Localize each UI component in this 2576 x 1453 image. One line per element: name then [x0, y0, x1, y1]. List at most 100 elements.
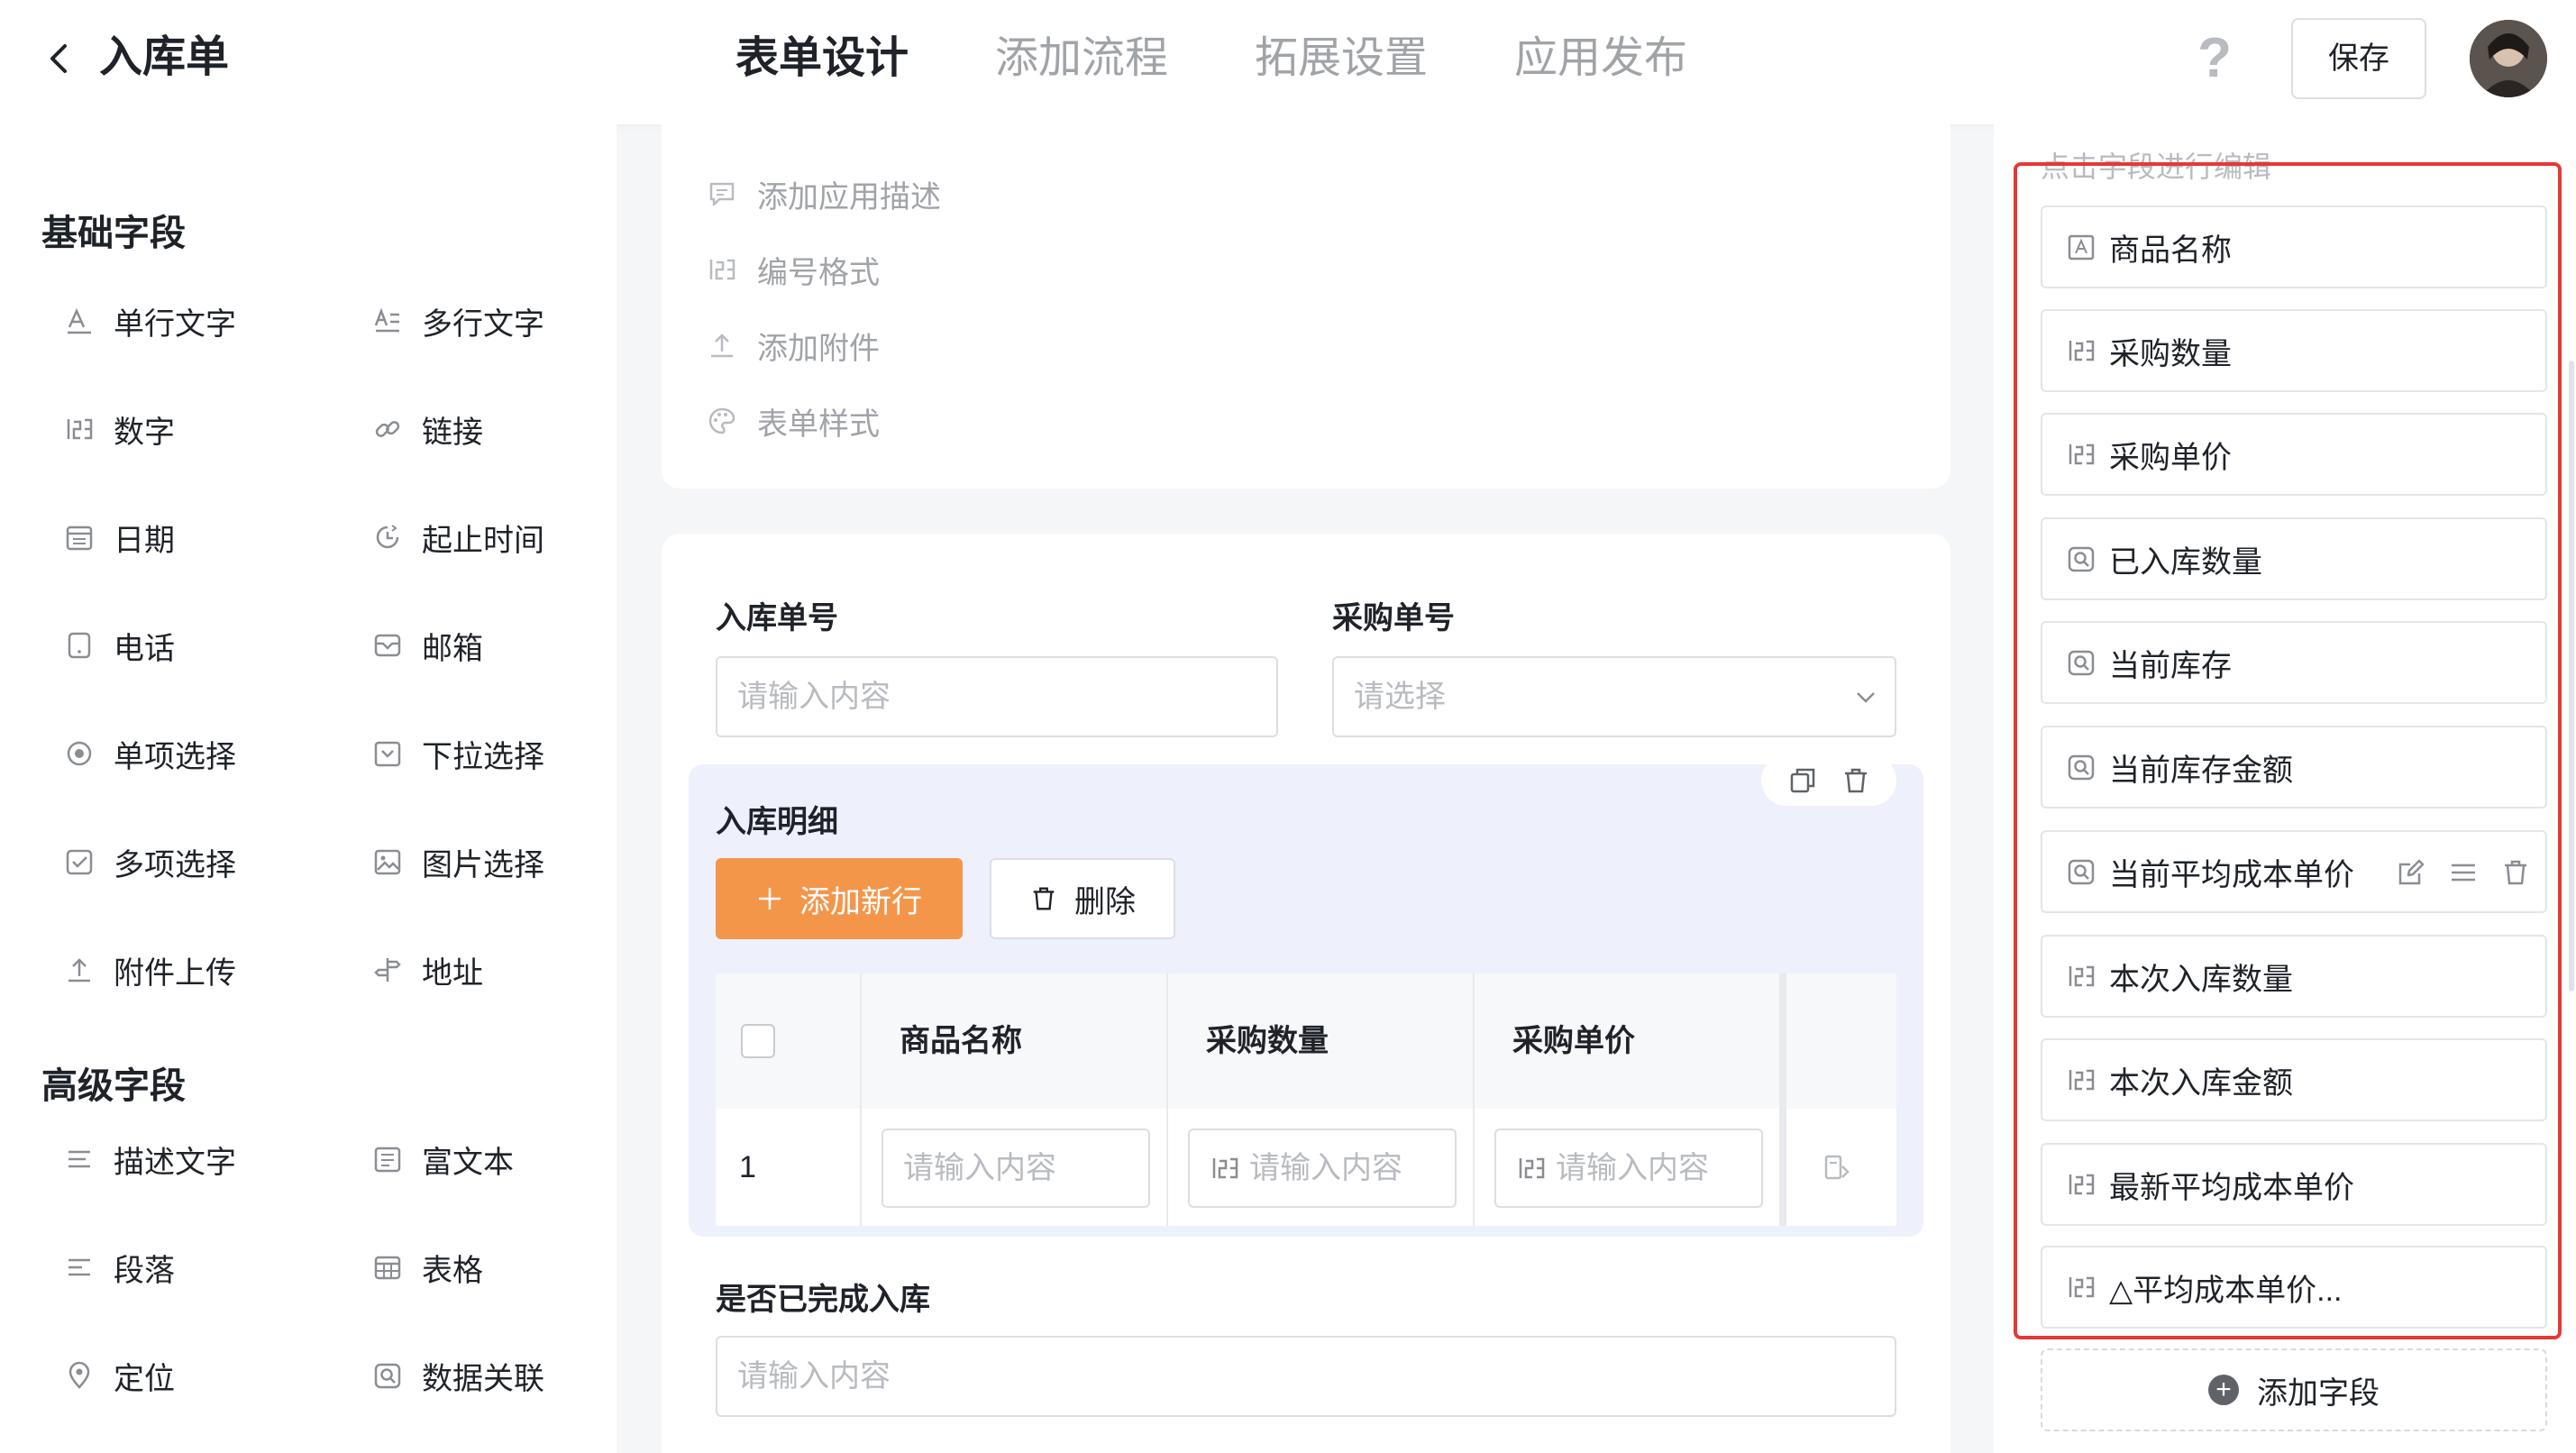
field-item-label: 最新平均成本单价	[2109, 1170, 2354, 1205]
table-cell: 请输入内容	[1475, 1109, 1781, 1226]
palette-mail[interactable]: 邮箱	[371, 618, 483, 672]
field-item-this-inbound-qty[interactable]: 本次入库数量	[2041, 935, 2547, 1018]
field-item-purchase-qty[interactable]: 采购数量	[2041, 309, 2547, 392]
completed-input[interactable]: 请输入内容	[716, 1336, 1896, 1417]
palette-label: 定位	[114, 1361, 175, 1396]
back-arrow-icon[interactable]	[36, 36, 81, 81]
field-item-latest-avg-cost[interactable]: 最新平均成本单价	[2041, 1143, 2547, 1226]
palette-label: 表格	[422, 1253, 483, 1288]
row-number: 1	[739, 1150, 756, 1184]
copy-icon[interactable]	[1787, 765, 1818, 796]
field-palette: 基础字段 单行文字 多行文字 数字 链接 日期 起止时间 电话 邮箱 单项选择 …	[0, 124, 617, 1453]
palette-time-range[interactable]: 起止时间	[371, 510, 544, 564]
inbound-detail-subform[interactable]: 入库明细 添加新行 删除 商品名称 采购数量 采购单价 1 请输入内容 请输入内…	[689, 755, 1923, 1237]
palette-label: 富文本	[422, 1145, 514, 1180]
palette-date[interactable]: 日期	[63, 510, 175, 564]
detail-table: 商品名称 采购数量 采购单价 1 请输入内容 请输入内容 请输入内容	[716, 973, 1896, 1226]
field-item-purchase-price[interactable]: 采购单价	[2041, 413, 2547, 496]
palette-rich-text[interactable]: 富文本	[371, 1132, 514, 1186]
palette-location[interactable]: 定位	[63, 1348, 175, 1403]
palette-data-link[interactable]: 数据关联	[371, 1348, 544, 1403]
save-button[interactable]: 保存	[2291, 18, 2426, 99]
field-item-label: 采购单价	[2109, 440, 2232, 475]
image-icon	[371, 845, 404, 878]
description-icon	[63, 1143, 96, 1175]
paragraph-icon	[63, 1251, 96, 1284]
option-label: 表单样式	[757, 407, 880, 442]
tab-form-design[interactable]: 表单设计	[735, 0, 909, 124]
palette-label: 数据关联	[422, 1361, 544, 1396]
serial-number-format-option[interactable]: 编号格式	[707, 247, 880, 292]
add-field-button[interactable]: + 添加字段	[2041, 1348, 2547, 1431]
inbound-no-input[interactable]: 请输入内容	[716, 656, 1278, 737]
palette-link[interactable]: 链接	[371, 402, 483, 456]
number-field-icon	[2066, 1065, 2096, 1095]
palette-phone[interactable]: 电话	[63, 618, 175, 672]
dropdown-icon	[371, 737, 404, 770]
palette-multi-line-text[interactable]: 多行文字	[371, 294, 544, 348]
field-item-inbound-qty[interactable]: 已入库数量	[2041, 517, 2547, 600]
palette-dropdown[interactable]: 下拉选择	[371, 726, 544, 781]
tab-extension-settings[interactable]: 拓展设置	[1255, 0, 1428, 124]
add-app-description-option[interactable]: 添加应用描述	[707, 171, 941, 216]
field-item-current-stock-amount[interactable]: 当前库存金额	[2041, 726, 2547, 809]
form-canvas-card: 入库单号 请输入内容 采购单号 请选择 入库明细 添加新行 删除 商品名称 采购…	[662, 534, 1950, 1453]
table-cell: 请输入内容	[862, 1109, 1168, 1226]
tab-add-process[interactable]: 添加流程	[995, 0, 1168, 124]
field-item-current-stock[interactable]: 当前库存	[2041, 621, 2547, 704]
palette-label: 邮箱	[422, 631, 483, 666]
phone-icon	[63, 629, 96, 662]
tab-app-publish[interactable]: 应用发布	[1514, 0, 1687, 124]
top-bar: 入库单 表单设计 添加流程 拓展设置 应用发布 ? 保存	[0, 0, 2576, 124]
row-edit-icon[interactable]	[1821, 1152, 1851, 1183]
palette-checkbox[interactable]: 多项选择	[63, 835, 236, 889]
table-header-select	[716, 973, 862, 1109]
app-title: 入库单	[99, 33, 230, 81]
palette-address[interactable]: 地址	[371, 943, 483, 997]
cell-text-input[interactable]: 请输入内容	[882, 1129, 1150, 1208]
table-header-cell: 采购数量	[1168, 973, 1475, 1109]
field-item-actions	[2396, 857, 2531, 888]
avatar[interactable]	[2470, 20, 2547, 97]
signpost-icon	[371, 954, 404, 986]
field-item-this-inbound-amount[interactable]: 本次入库金额	[2041, 1038, 2547, 1121]
right-panel-scrollbar[interactable]	[2569, 361, 2574, 992]
number-field-icon	[2066, 1169, 2096, 1200]
palette-label: 描述文字	[114, 1145, 236, 1180]
palette-label: 数字	[114, 415, 175, 450]
palette-radio[interactable]: 单项选择	[63, 726, 236, 781]
add-attachment-option[interactable]: 添加附件	[707, 323, 880, 368]
single-line-text-icon	[63, 305, 96, 337]
field-item-product-name[interactable]: 商品名称	[2041, 206, 2547, 288]
tab-bar: 表单设计 添加流程 拓展设置 应用发布	[735, 0, 1774, 124]
add-row-button[interactable]: 添加新行	[716, 858, 963, 939]
palette-image[interactable]: 图片选择	[371, 835, 544, 889]
comment-icon	[707, 178, 737, 209]
multi-line-text-icon	[371, 305, 404, 337]
palette-paragraph[interactable]: 段落	[63, 1240, 175, 1294]
trash-icon[interactable]	[1841, 765, 1871, 796]
palette-table[interactable]: 表格	[371, 1240, 483, 1294]
drag-handle-icon[interactable]	[2448, 857, 2479, 888]
field-item-delta-avg-cost[interactable]: △平均成本单价...	[2041, 1246, 2547, 1329]
number-field-icon	[2066, 335, 2096, 366]
table-header-actions	[1781, 973, 1896, 1109]
plus-icon	[756, 885, 783, 912]
form-style-option[interactable]: 表单样式	[707, 398, 880, 443]
palette-single-line-text[interactable]: 单行文字	[63, 294, 236, 348]
upload-icon	[707, 330, 737, 361]
cell-number-input[interactable]: 请输入内容	[1188, 1129, 1457, 1208]
select-all-checkbox[interactable]	[741, 1024, 775, 1058]
edit-icon[interactable]	[2396, 857, 2426, 888]
purchase-no-select[interactable]: 请选择	[1332, 656, 1896, 737]
palette-upload[interactable]: 附件上传	[63, 943, 236, 997]
cell-number-input[interactable]: 请输入内容	[1494, 1129, 1763, 1208]
field-item-label: △平均成本单价...	[2109, 1273, 2343, 1308]
trash-icon[interactable]	[2500, 857, 2531, 888]
palette-description[interactable]: 描述文字	[63, 1132, 236, 1186]
field-item-current-avg-cost[interactable]: 当前平均成本单价	[2041, 830, 2547, 913]
palette-number[interactable]: 数字	[63, 402, 175, 456]
lookup-field-icon	[2066, 856, 2096, 887]
help-icon[interactable]: ?	[2192, 27, 2237, 90]
delete-row-button[interactable]: 删除	[990, 858, 1175, 939]
